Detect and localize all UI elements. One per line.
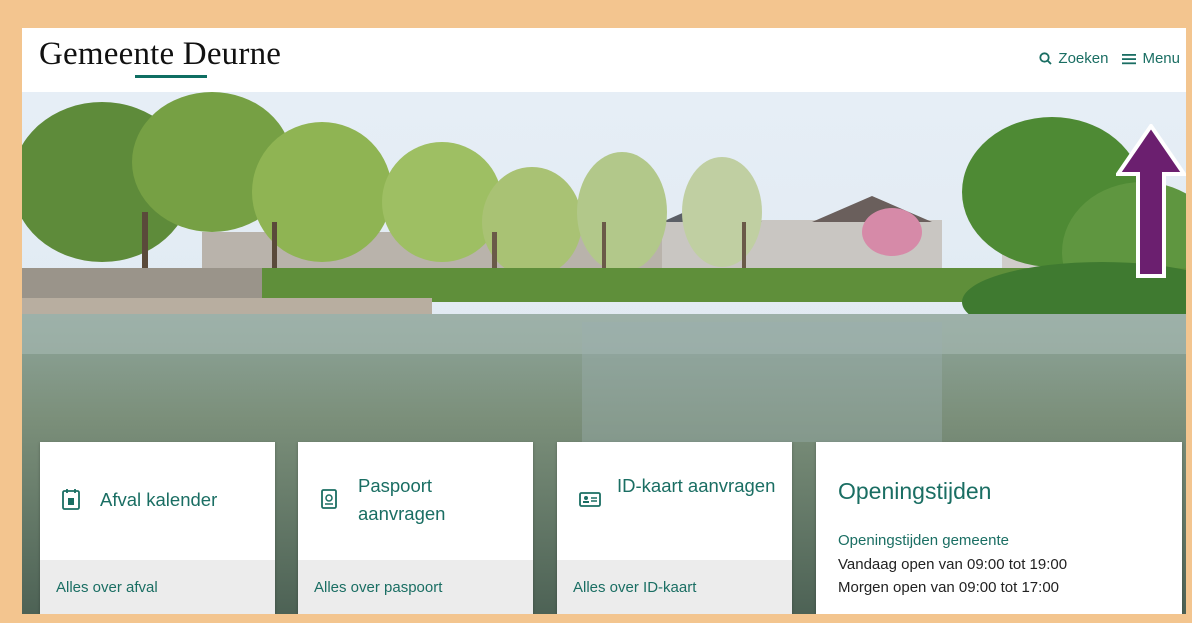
search-label: Zoeken: [1058, 50, 1109, 67]
hours-today: Vandaag open van 09:00 tot 19:00: [838, 556, 1068, 573]
menu-button[interactable]: Menu: [1122, 50, 1180, 67]
annotation-arrow: [1116, 124, 1186, 278]
tile-title: ID-kaart aanvragen: [617, 475, 776, 496]
passport-icon: [321, 489, 337, 509]
tile-afval[interactable]: Afval kalender Alles over afval: [40, 442, 275, 614]
tile-link[interactable]: Alles over afval: [40, 560, 275, 614]
search-icon: [1039, 52, 1053, 65]
hamburger-icon: [1122, 53, 1137, 64]
tile-link[interactable]: Alles over ID-kaart: [557, 560, 792, 614]
tile-title: Afval kalender: [100, 489, 218, 510]
hours-tomorrow: Morgen open van 09:00 tot 17:00: [838, 579, 1060, 596]
openingstijden-title: Openingstijden: [838, 478, 992, 504]
logo-underline: [135, 75, 207, 78]
header-nav: Zoeken Menu: [1039, 50, 1180, 67]
browser-viewport: Gemeente Deurne Zoeken Menu Afval kalend…: [22, 28, 1186, 614]
search-button[interactable]: Zoeken: [1039, 50, 1108, 67]
site-header: Gemeente Deurne Zoeken Menu: [22, 28, 1186, 92]
tile-title: Paspoort aanvragen: [358, 475, 446, 524]
openingstijden-link[interactable]: Openingstijden gemeente: [838, 532, 1009, 549]
site-logo[interactable]: Gemeente Deurne: [39, 36, 281, 73]
tile-paspoort[interactable]: Paspoort aanvragen Alles over paspoort: [298, 442, 533, 614]
tile-id-kaart[interactable]: ID-kaart aanvragen Alles over ID-kaart: [557, 442, 792, 614]
calendar-trash-icon: [62, 489, 80, 510]
menu-label: Menu: [1142, 50, 1180, 67]
openingstijden-card: Openingstijden Openingstijden gemeente V…: [816, 442, 1182, 614]
id-card-icon: [579, 492, 601, 507]
tile-link[interactable]: Alles over paspoort: [298, 560, 533, 614]
